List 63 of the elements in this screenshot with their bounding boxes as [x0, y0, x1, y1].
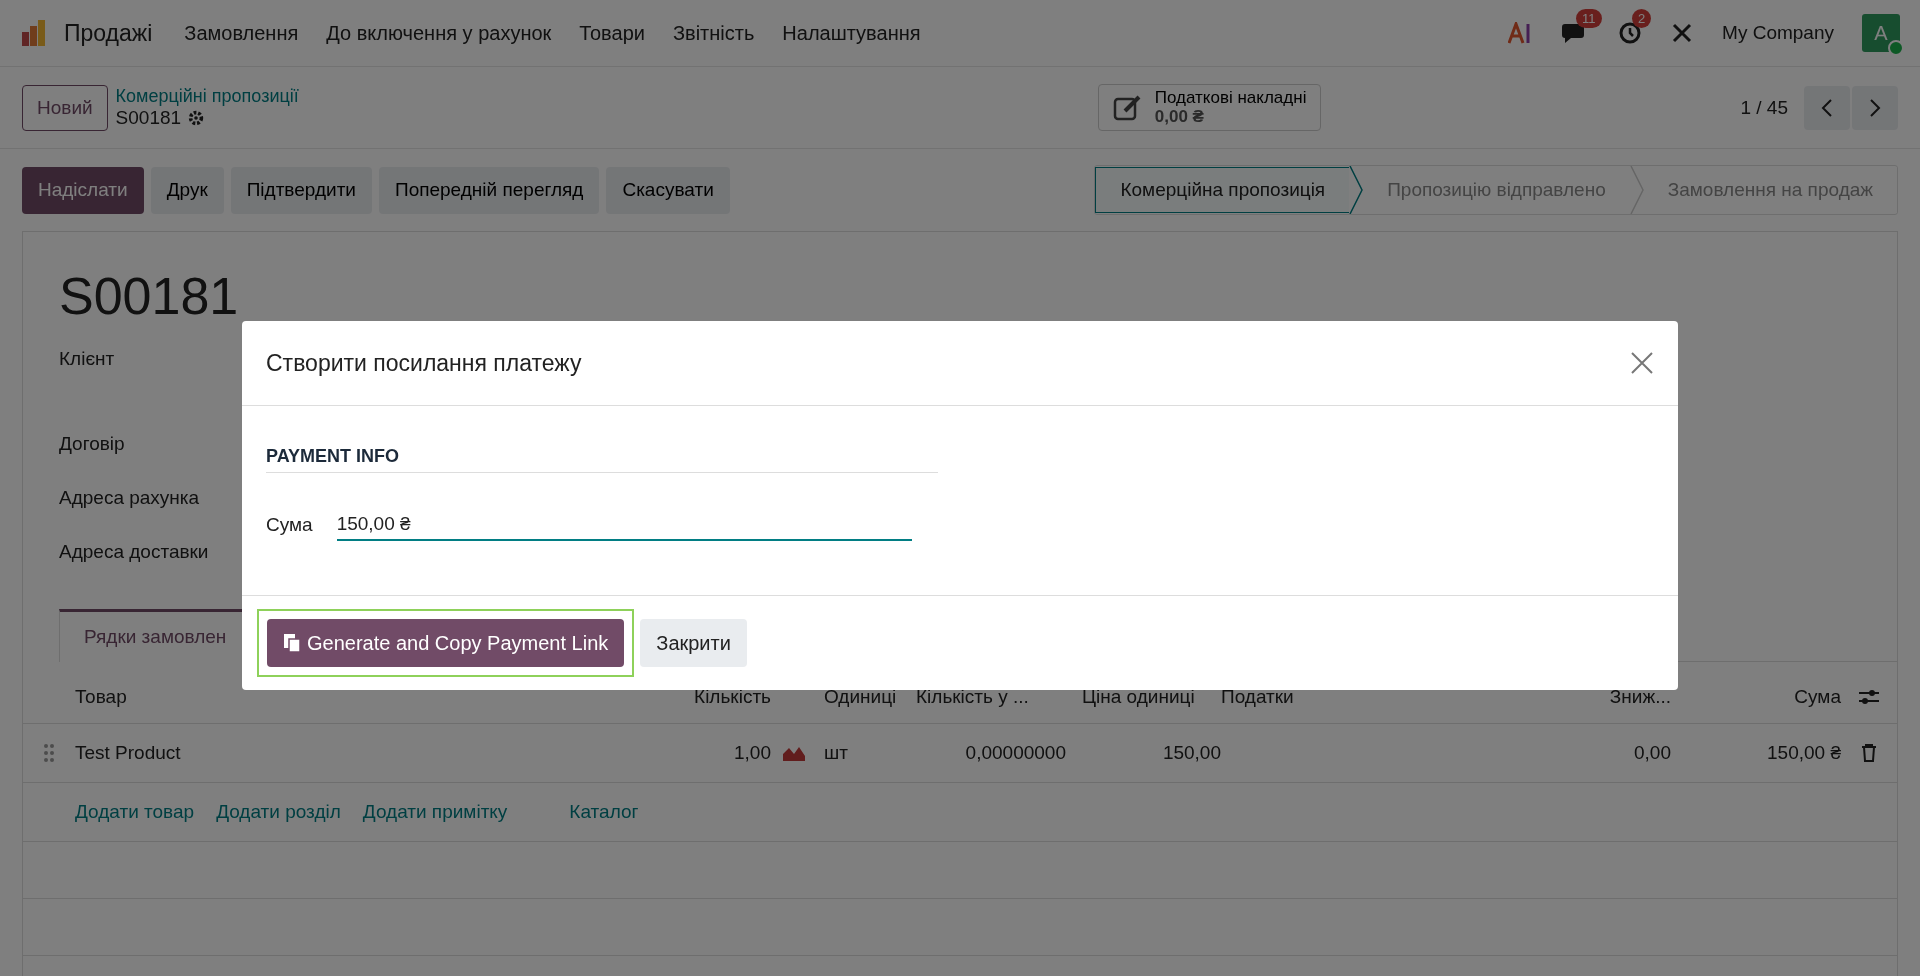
table-cell-text: 0,00 [1633, 742, 1671, 764]
action-button[interactable]: Друк [150, 166, 224, 214]
action-button[interactable]: Скасувати [606, 166, 730, 214]
table-cell-text: 150,00 [1161, 742, 1221, 764]
dialog-title: Створити посилання платежу [266, 349, 582, 377]
table-cell-text: 150,00 ₴ [1766, 742, 1841, 764]
chevron-right-icon [1869, 97, 1881, 118]
status-stage[interactable]: Комерційна пропозиція [1095, 167, 1350, 213]
user-avatar[interactable]: A [1862, 14, 1900, 52]
column-header[interactable]: Зниж... [1561, 685, 1671, 708]
breadcrumb-link[interactable]: Комерційні пропозиції [115, 86, 299, 107]
trash-icon[interactable] [1861, 744, 1877, 762]
field-label: Адреса доставки [59, 541, 209, 562]
menu-item[interactable]: Звітність [672, 21, 755, 45]
table-cell-text: шт [823, 742, 849, 764]
company-name[interactable]: My Company [1722, 22, 1834, 44]
notification-badge: 11 [1576, 9, 1602, 28]
field-label: Договір [59, 433, 125, 454]
notification-badge: 2 [1632, 9, 1652, 28]
close-icon[interactable] [1630, 351, 1654, 375]
chevron-icon [1629, 166, 1644, 214]
menu-item[interactable]: До включення у рахунок [326, 21, 552, 45]
table-cell-text: 0,00000000 [964, 742, 1066, 764]
table-cell-text: Test Product [75, 742, 182, 764]
new-button[interactable]: Новий [22, 84, 108, 131]
chevron-left-icon [1821, 97, 1833, 118]
field-label: Клієнт [59, 348, 115, 369]
drag-handle-icon[interactable] [44, 744, 54, 762]
column-header[interactable]: Кількість [677, 685, 771, 708]
field-label: Сума [266, 514, 313, 536]
next-button[interactable] [1852, 85, 1898, 130]
column-header[interactable]: Податки [1221, 685, 1561, 708]
previous-button[interactable] [1804, 85, 1850, 130]
menu-item[interactable]: Товари [579, 21, 645, 45]
table-cell-text: 1,00 [733, 742, 771, 764]
action-button[interactable]: Підтвердити [230, 166, 372, 214]
dialog-button[interactable]: Generate and Copy Payment Link [267, 619, 625, 667]
column-header[interactable]: Ціна одиниці [1066, 685, 1221, 708]
dialog-button[interactable]: Закрити [640, 619, 747, 667]
copy-icon [283, 633, 301, 653]
field-label: Адреса рахунка [59, 487, 200, 508]
record-name: S00181 [115, 107, 182, 129]
column-header[interactable]: Одиниці [816, 685, 916, 708]
gear-icon[interactable] [187, 109, 206, 127]
app-name[interactable]: Продажі [64, 19, 153, 47]
action-button[interactable]: Надіслати [22, 166, 144, 214]
column-header[interactable]: Сума [1671, 685, 1841, 708]
tax-invoices-button[interactable]: Податкові накладні 0,00 ₴ [1097, 83, 1322, 132]
menu-item[interactable]: Налаштування [782, 21, 921, 45]
pager-value: 1 / 45 [1740, 96, 1788, 119]
chevron-icon [1349, 166, 1364, 214]
clock-icon[interactable] [1618, 21, 1643, 45]
action-button[interactable]: Попередній перегляд [378, 166, 600, 214]
menu-item[interactable]: Замовлення [184, 21, 299, 45]
add-line-link[interactable]: Додати розділ [216, 801, 341, 823]
column-header[interactable]: Кількість у ... [916, 685, 1066, 708]
add-line-link[interactable]: Каталог [569, 801, 639, 823]
record-title: S00181 [59, 266, 240, 326]
add-line-link[interactable]: Додати примітку [362, 801, 508, 823]
section-heading: PAYMENT INFO [266, 446, 938, 473]
column-header[interactable]: Товар [75, 685, 677, 708]
edit-icon [1112, 94, 1143, 121]
add-line-link[interactable]: Додати товар [75, 801, 195, 823]
